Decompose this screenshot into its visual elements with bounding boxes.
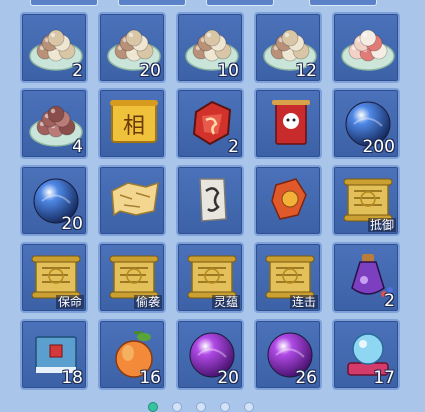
item-count: 26 — [295, 368, 317, 388]
inventory-slot[interactable]: 20 — [98, 12, 166, 83]
inventory-slot[interactable]: 保命 — [20, 242, 88, 313]
item-count: 18 — [61, 368, 83, 388]
inventory-slot[interactable]: 4 — [20, 88, 88, 159]
item-count: 2 — [72, 61, 83, 81]
golden-scroll-icon: 相 — [110, 100, 158, 143]
item-count: 12 — [295, 61, 317, 81]
item-count: 17 — [373, 368, 395, 388]
inventory-grid: 2 20 10 12 4 相 2 200 20 抵御 保命 偷袭 灵蕴 连击 2… — [0, 0, 425, 410]
item-count: 20 — [61, 214, 83, 234]
inventory-slot[interactable]: 连击 — [254, 242, 322, 313]
page-dot[interactable] — [220, 402, 230, 412]
pink-rice-balls-icon — [341, 29, 395, 71]
item-count: 2 — [384, 291, 395, 311]
item-count: 16 — [139, 368, 161, 388]
item-count: 20 — [139, 61, 161, 81]
talisman-icon — [199, 178, 227, 222]
item-count: 20 — [217, 368, 239, 388]
inventory-slot[interactable]: 2 — [332, 242, 400, 313]
item-tag: 灵蕴 — [211, 295, 240, 309]
inventory-slot[interactable] — [254, 88, 322, 159]
inventory-slot[interactable]: 200 — [332, 88, 400, 159]
inventory-slot[interactable] — [332, 12, 400, 83]
item-tag: 偷袭 — [133, 295, 162, 309]
map-fragment-icon — [111, 181, 159, 217]
item-tag: 连击 — [289, 295, 318, 309]
item-count: 200 — [362, 137, 395, 157]
inventory-slot[interactable]: 12 — [254, 12, 322, 83]
item-tag: 保命 — [55, 295, 84, 309]
inventory-slot[interactable]: 10 — [176, 12, 244, 83]
inventory-slot[interactable]: 灵蕴 — [176, 242, 244, 313]
inventory-slot[interactable]: 抵御 — [332, 165, 400, 236]
page-dot[interactable] — [172, 402, 182, 412]
inventory-slot[interactable]: 2 — [176, 88, 244, 159]
item-count: 2 — [228, 137, 239, 157]
inventory-slot[interactable]: 偷袭 — [98, 242, 166, 313]
inventory-slot[interactable] — [254, 165, 322, 236]
inventory-slot[interactable]: 26 — [254, 319, 322, 390]
item-tag: 抵御 — [367, 218, 396, 232]
inventory-slot[interactable] — [176, 165, 244, 236]
red-banner-icon — [272, 100, 310, 145]
item-count: 4 — [72, 137, 83, 157]
inventory-slot[interactable] — [98, 165, 166, 236]
inventory-slot[interactable]: 相 — [98, 88, 166, 159]
inventory-slot[interactable]: 20 — [176, 319, 244, 390]
page-dot[interactable] — [148, 402, 158, 412]
inventory-slot[interactable]: 17 — [332, 319, 400, 390]
inventory-slot[interactable]: 18 — [20, 319, 88, 390]
item-count: 10 — [217, 61, 239, 81]
page-dot[interactable] — [196, 402, 206, 412]
page-indicator — [0, 398, 425, 412]
page-dot[interactable] — [244, 402, 254, 412]
inventory-slot[interactable]: 20 — [20, 165, 88, 236]
inventory-slot[interactable]: 16 — [98, 319, 166, 390]
red-ornament-icon — [271, 178, 307, 220]
inventory-slot[interactable]: 2 — [20, 12, 88, 83]
svg-text:相: 相 — [123, 114, 145, 139]
